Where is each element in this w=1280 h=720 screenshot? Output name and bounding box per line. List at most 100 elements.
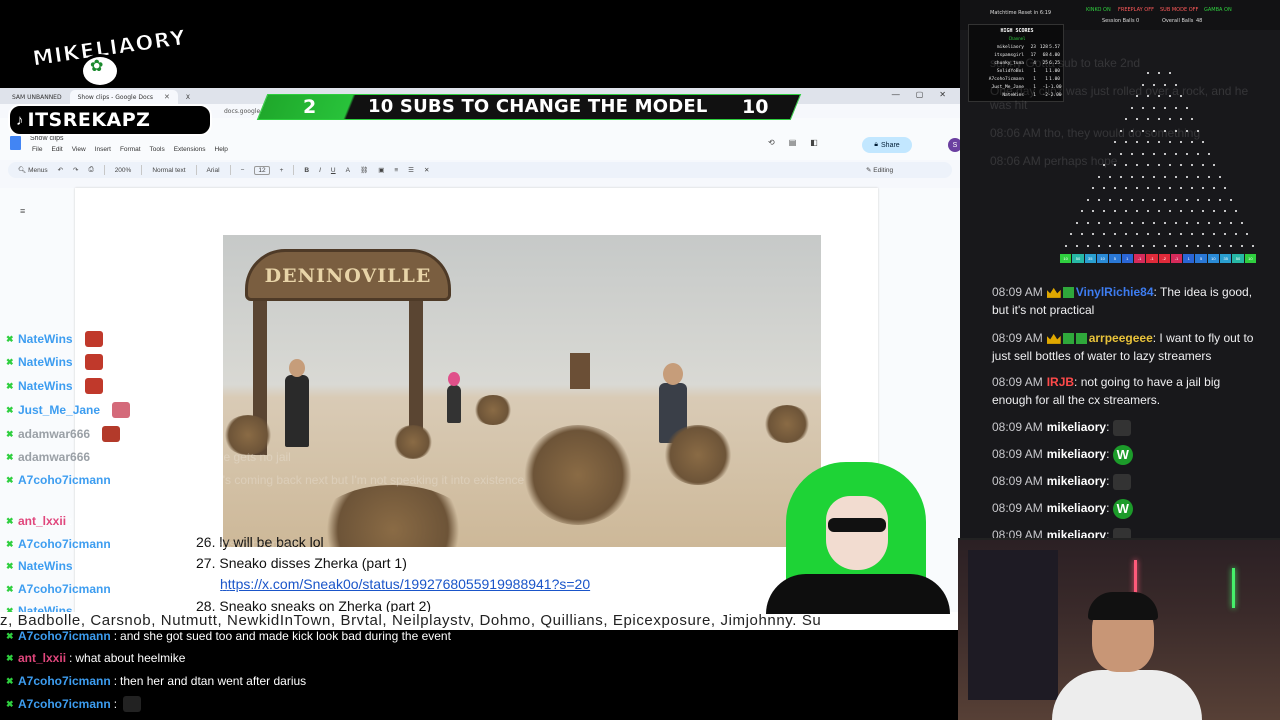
comment-icon[interactable]: ▤ [789,138,797,147]
plinko-peg [1174,152,1177,155]
redo-icon[interactable]: ↷ [73,166,78,174]
link-icon[interactable]: ⛓ [360,166,368,174]
chat-text: none everyone needs to be in jail [120,537,297,551]
desert-town-photo[interactable]: DENINOVILLE [223,235,821,547]
insert-image-icon[interactable]: ▣ [378,166,384,174]
tab-show-clips[interactable]: Show clips - Google Docs ✕ [69,90,178,104]
kinko-status: KINKO ON [1086,7,1111,13]
plinko-slot: 50 [1232,254,1244,263]
history-icon[interactable]: ⟲ [768,138,775,147]
plinko-peg [1136,118,1138,120]
account-avatar[interactable]: S [948,138,960,152]
share-button[interactable]: 🔒︎ Share [862,137,912,153]
chat-username[interactable]: NateWins [18,379,73,393]
chat-username[interactable]: A7coho7icmann [18,697,111,711]
chat-username[interactable]: A7coho7icmann [18,674,111,688]
plinko-peg [1196,221,1199,224]
document-title[interactable]: Show clips [30,135,63,142]
plinko-slot: 35 [1220,254,1232,263]
font-size-field[interactable]: 12 [254,165,270,175]
chat-username[interactable]: adamwar666 [18,427,90,441]
chat-username[interactable]: adamwar666 [18,450,90,464]
plinko-peg [1097,221,1100,224]
chat-username[interactable]: A7coho7icmann [18,537,111,551]
underline-icon[interactable]: U [331,167,336,174]
menu-tools[interactable]: Tools [150,146,165,153]
menu-extensions[interactable]: Extensions [174,146,206,153]
chat-username[interactable]: NateWins [18,332,73,346]
chat-username[interactable]: NateWins [18,355,73,369]
tab-x[interactable]: X [178,90,198,104]
close-window-icon[interactable]: ✕ [939,90,946,99]
moderator-badge-icon: ✖ [6,583,14,594]
menu-edit[interactable]: Edit [51,146,62,153]
moderator-badge-icon: ✖ [6,404,14,415]
menu-file[interactable]: File [32,146,42,153]
minimize-icon[interactable]: — [892,90,900,99]
chat-username[interactable]: A7coho7icmann [18,473,111,487]
chat-username[interactable]: mikeliaory [1047,474,1106,488]
plinko-peg [1202,210,1204,212]
meet-icon[interactable]: ◧ [810,138,818,147]
moderator-badge-icon: ✖ [6,652,14,663]
chat-username[interactable]: mikeliaory [1047,501,1106,515]
chat-text: I already know who's coming back next bu… [120,473,525,487]
plinko-peg [1207,175,1210,178]
plinko-slot: -1 [1133,254,1146,263]
font-select[interactable]: Arial [207,167,220,174]
style-select[interactable]: Normal text [152,167,185,174]
print-icon[interactable]: ⎙ [88,166,93,174]
search-menus-field[interactable]: 🔍︎ Menus [18,166,48,174]
list-icon[interactable]: ☰ [408,166,414,174]
text-color-icon[interactable]: A [346,167,350,174]
maximize-icon[interactable]: ▢ [916,90,924,99]
plinko-peg [1163,198,1166,201]
chat-username[interactable]: A7coho7icmann [18,582,111,596]
italic-icon[interactable]: I [319,167,321,174]
bold-icon[interactable]: B [304,167,309,174]
menu-insert[interactable]: Insert [95,146,111,153]
plinko-peg [1180,164,1182,166]
plinko-peg [1169,187,1171,189]
menu-format[interactable]: Format [120,146,141,153]
chat-text: and she got sued too and made kick look … [120,629,451,643]
chat-username[interactable]: mikeliaory [1047,447,1106,461]
plinko-peg [1207,221,1210,224]
plinko-peg [1136,233,1138,235]
undo-icon[interactable]: ↶ [58,166,63,174]
close-tab-icon[interactable]: ✕ [164,93,170,101]
chat-username[interactable]: A7coho7icmann [18,629,111,643]
chat-username[interactable]: IRJB [1047,375,1074,389]
tab-sam-unbanned[interactable]: SAM UNBANNED [4,90,70,104]
outline-icon[interactable]: ≡ [20,206,25,216]
chat-username[interactable]: mikeliaory [1047,420,1106,434]
menu-view[interactable]: View [72,146,86,153]
plinko-peg [1141,83,1144,86]
chat-username[interactable]: VinylRichie84 [1076,285,1154,299]
menu-help[interactable]: Help [215,146,228,153]
doc-link[interactable]: https://x.com/Sneak0o/status/19927680559… [220,576,590,592]
font-size-increase-icon[interactable]: + [280,167,284,174]
google-docs-icon[interactable] [10,136,21,150]
align-icon[interactable]: ≡ [394,167,398,174]
editing-mode-select[interactable]: ✎ Editing [866,166,893,174]
chat-username[interactable]: ant_lxxii [18,651,66,665]
pencil-icon: ✎ [866,167,872,174]
zoom-select[interactable]: 200% [115,167,132,174]
plinko-peg [1152,106,1155,109]
sub-goal-target: 10 [742,96,769,118]
clear-format-icon[interactable]: ✕ [424,166,429,174]
supporters-ticker: z, Badbolle, Carsnob, Nutmutt, NewkidInT… [0,612,960,630]
font-size-decrease-icon[interactable]: − [241,167,245,174]
chat-username[interactable]: arrpeegeee [1089,331,1153,345]
streamer-cap [1088,592,1158,620]
chat-username[interactable]: Just_Me_Jane [18,403,100,417]
doc-line-27[interactable]: 27. Sneako disses Zherka (part 1) [196,555,407,571]
tumbleweed [523,425,633,525]
chat-colon: : [69,651,73,665]
chat-username[interactable]: NateWins [18,559,73,573]
hs-c: 5.57 [1049,45,1060,50]
docs-toolbar: 🔍︎ Menus ↶ ↷ ⎙ 200% Normal text Arial − … [8,162,952,178]
chat-username[interactable]: ant_lxxii [18,514,66,528]
toolbar-divider [229,165,231,175]
